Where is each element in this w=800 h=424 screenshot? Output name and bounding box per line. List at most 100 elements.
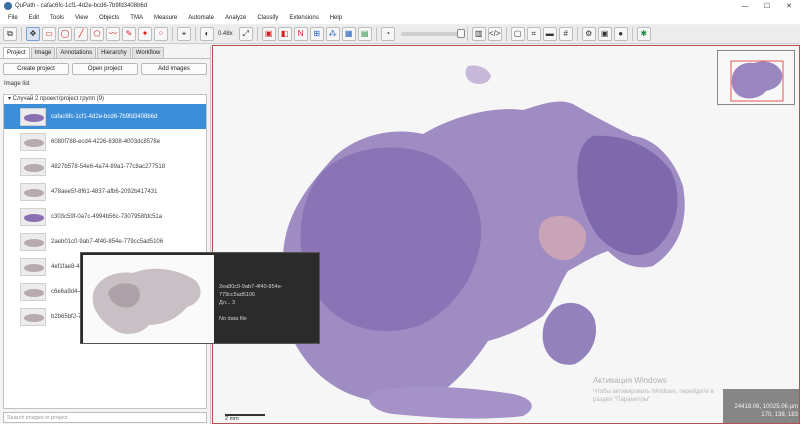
line-tool-icon[interactable]: ╱ bbox=[74, 27, 88, 41]
menu-measure[interactable]: Measure bbox=[154, 15, 177, 21]
location-toggle-icon[interactable]: ⌗ bbox=[526, 27, 541, 41]
opacity-icon[interactable]: ◔ bbox=[380, 27, 395, 41]
show-annotations-icon[interactable]: ▣ bbox=[261, 27, 276, 41]
zoom-readout: 0.48x bbox=[218, 31, 233, 37]
qupath-logo-icon bbox=[4, 2, 12, 10]
preferences-icon[interactable]: ⚙ bbox=[581, 27, 596, 41]
open-project-button[interactable]: Open project bbox=[72, 63, 138, 75]
menu-view[interactable]: View bbox=[75, 15, 88, 21]
toolbar-separator bbox=[375, 27, 377, 41]
log-icon[interactable]: ▣ bbox=[597, 27, 612, 41]
grid-toggle-icon[interactable]: # bbox=[558, 27, 573, 41]
extensions-icon[interactable]: ✱ bbox=[636, 27, 651, 41]
tooltip-status: No data file bbox=[219, 316, 247, 322]
show-analysis-pane-icon[interactable]: ⧉ bbox=[3, 27, 17, 41]
menu-help[interactable]: Help bbox=[330, 15, 342, 21]
menu-edit[interactable]: Edit bbox=[29, 15, 39, 21]
windows-activation-subtitle: Чтобы активировать Windows, перейдите в … bbox=[593, 389, 714, 403]
show-names-icon[interactable]: N bbox=[293, 27, 308, 41]
create-project-button[interactable]: Create project bbox=[3, 63, 69, 75]
tab-hierarchy[interactable]: Hierarchy bbox=[97, 47, 131, 58]
toolbar-separator bbox=[195, 27, 196, 41]
image-list-label: Image list bbox=[4, 81, 30, 87]
list-item[interactable]: 478aee5f-8f61-4837-afb6-2092b417431 bbox=[4, 179, 206, 204]
brightness-contrast-icon[interactable]: ◐ bbox=[200, 27, 214, 41]
overview-image bbox=[730, 60, 784, 102]
cursor-location-readout: 24418.06, 10025.06 µm 170, 138, 183 bbox=[723, 389, 799, 423]
image-thumbnail bbox=[20, 182, 46, 201]
tab-project[interactable]: Project bbox=[3, 47, 30, 58]
rectangle-tool-icon[interactable]: ▭ bbox=[42, 27, 56, 41]
fill-annotations-icon[interactable]: ◧ bbox=[277, 27, 292, 41]
overview-toggle-icon[interactable]: ▢ bbox=[510, 27, 525, 41]
project-buttons: Create project Open project Add images bbox=[0, 58, 210, 79]
tab-workflow[interactable]: Workflow bbox=[131, 47, 165, 58]
tooltip-slide-image bbox=[92, 268, 201, 334]
opacity-slider[interactable] bbox=[400, 29, 465, 38]
list-item[interactable]: cafac6fc-1cf1-4d2e-bcd6-7b9fd3408b6d bbox=[4, 104, 206, 129]
zoom-to-fit-icon[interactable]: ⤢ bbox=[238, 27, 253, 41]
selection-mode-icon[interactable]: ⌖ bbox=[177, 27, 191, 41]
toolbar-separator bbox=[256, 27, 258, 41]
polygon-tool-icon[interactable]: ⬠ bbox=[90, 27, 104, 41]
tooltip-image-name: 2ea80c0-9ab7-4f40-854e-779cc5ad5106 bbox=[219, 284, 283, 298]
image-group-header[interactable]: ▾ Случай 2 проект/project групп (9) bbox=[4, 95, 206, 104]
opacity-slider-knob[interactable] bbox=[456, 29, 465, 38]
menu-analyze[interactable]: Analyze bbox=[225, 15, 246, 21]
wand-tool-icon[interactable]: ✦ bbox=[138, 27, 152, 41]
move-tool-icon[interactable]: ✥ bbox=[26, 27, 40, 41]
minimize-button[interactable]: — bbox=[734, 0, 756, 12]
close-button[interactable]: ✕ bbox=[778, 0, 800, 12]
menu-classify[interactable]: Classify bbox=[257, 15, 278, 21]
image-name: 4ef1fae8-4 bbox=[51, 263, 80, 270]
camera-icon[interactable]: ● bbox=[613, 27, 628, 41]
image-preview-tooltip: 2ea80c0-9ab7-4f40-854e-779cc5ad5106 Дл..… bbox=[80, 252, 320, 344]
toolbar-separator bbox=[21, 27, 22, 41]
panel-tabs: Project Image Annotations Hierarchy Work… bbox=[3, 47, 210, 58]
brush-tool-icon[interactable]: ✎ bbox=[122, 27, 136, 41]
overview-thumbnail[interactable] bbox=[717, 50, 795, 105]
points-tool-icon[interactable]: ⁘ bbox=[154, 27, 168, 41]
image-thumbnail bbox=[20, 157, 46, 176]
menu-tma[interactable]: TMA bbox=[130, 15, 143, 21]
menu-extensions[interactable]: Extensions bbox=[289, 15, 318, 21]
toolbar-separator bbox=[172, 27, 173, 41]
tab-annotations[interactable]: Annotations bbox=[56, 47, 97, 58]
scalebar-toggle-icon[interactable]: ▬ bbox=[542, 27, 557, 41]
list-item[interactable]: c303c59f-0a7c-4994b56c-7307958fdc51a bbox=[4, 204, 206, 229]
image-name: 478aee5f-8f61-4837-afb6-2092b417431 bbox=[51, 188, 158, 195]
toolbar-separator bbox=[631, 27, 633, 41]
tab-image[interactable]: Image bbox=[30, 47, 56, 58]
menu-automate[interactable]: Automate bbox=[188, 15, 214, 21]
scale-bar-label: 2 mm bbox=[225, 416, 239, 422]
image-name: c6e6a9d4-4 bbox=[51, 288, 83, 295]
image-thumbnail bbox=[20, 207, 46, 226]
menu-tools[interactable]: Tools bbox=[50, 15, 64, 21]
polyline-tool-icon[interactable]: 〰 bbox=[106, 27, 120, 41]
measurement-table-icon[interactable]: ▥ bbox=[471, 27, 486, 41]
fill-detections-icon[interactable]: ▦ bbox=[341, 27, 356, 41]
tissue-image bbox=[213, 46, 799, 423]
add-images-button[interactable]: Add images bbox=[141, 63, 207, 75]
list-item[interactable]: 2aeb01c0-9ab7-4f40-854e-779cc5ad5106 bbox=[4, 229, 206, 254]
toolbar-separator bbox=[466, 27, 468, 41]
ellipse-tool-icon[interactable]: ◯ bbox=[58, 27, 72, 41]
image-name: cafac6fc-1cf1-4d2e-bcd6-7b9fd3408b6d bbox=[51, 113, 158, 120]
left-panel: Project Image Annotations Hierarchy Work… bbox=[0, 45, 211, 424]
search-input[interactable]: Search images in project bbox=[3, 412, 207, 423]
list-item[interactable]: 6080f788-ecd4-4226-8308-4003dc8578e bbox=[4, 129, 206, 154]
list-item[interactable]: 4827b578-54e6-4a74-89a1-77c8ac277518 bbox=[4, 154, 206, 179]
script-editor-icon[interactable]: </> bbox=[487, 27, 502, 41]
title-bar: QuPath - cafac6fc-1cf1-4d2e-bcd6-7b9fd34… bbox=[0, 0, 800, 12]
pixel-values: 170, 138, 183 bbox=[761, 412, 798, 418]
show-detections-icon[interactable]: ⁂ bbox=[325, 27, 340, 41]
show-tma-grid-icon[interactable]: ⊞ bbox=[309, 27, 324, 41]
image-thumbnail bbox=[20, 257, 46, 276]
toolbar-separator bbox=[576, 27, 578, 41]
image-thumbnail bbox=[20, 132, 46, 151]
show-pixel-classification-icon[interactable]: ▤ bbox=[357, 27, 372, 41]
menu-file[interactable]: File bbox=[8, 15, 18, 21]
maximize-button[interactable]: ☐ bbox=[756, 0, 778, 12]
slide-viewer[interactable]: 2 mm Активация Windows Чтобы активироват… bbox=[212, 45, 800, 424]
menu-objects[interactable]: Objects bbox=[99, 15, 119, 21]
